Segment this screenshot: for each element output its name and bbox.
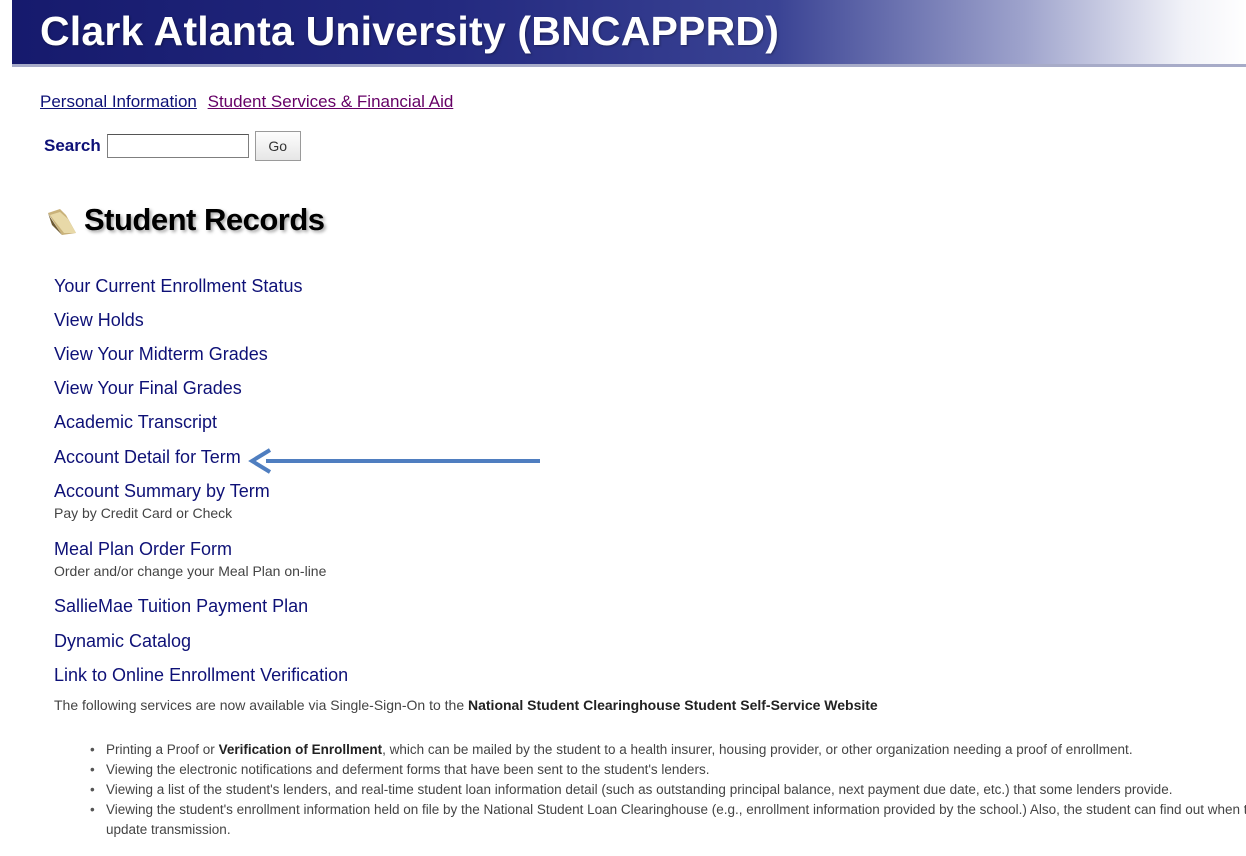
link-final-grades[interactable]: View Your Final Grades	[54, 378, 348, 398]
link-online-enrollment-verification[interactable]: Link to Online Enrollment Verification	[54, 665, 348, 685]
list-item-text: Viewing the electronic notifications and…	[106, 762, 710, 777]
link-account-summary-by-term[interactable]: Account Summary by Term	[54, 481, 348, 501]
menu-item: Dynamic Catalog	[54, 631, 348, 665]
link-dynamic-catalog[interactable]: Dynamic Catalog	[54, 631, 348, 651]
list-item-text: Viewing the student's enrollment informa…	[106, 802, 1246, 817]
menu-item: Link to Online Enrollment Verification	[54, 665, 348, 689]
folder-icon	[48, 209, 76, 235]
section-title: Student Records	[84, 202, 325, 237]
link-academic-transcript[interactable]: Academic Transcript	[54, 412, 348, 432]
header-banner: Clark Atlanta University (BNCAPPRD)	[12, 0, 1246, 67]
student-records-menu: Your Current Enrollment Status View Hold…	[54, 276, 348, 689]
nav-link-student-services[interactable]: Student Services & Financial Aid	[208, 92, 454, 111]
menu-item: SallieMae Tuition Payment Plan	[54, 596, 348, 631]
nav-link-personal-information[interactable]: Personal Information	[40, 92, 197, 111]
menu-item: Academic Transcript	[54, 412, 348, 447]
services-note-bold: National Student Clearinghouse Student S…	[468, 697, 878, 713]
link-view-holds[interactable]: View Holds	[54, 310, 348, 330]
top-nav: Personal Information Student Services & …	[40, 92, 459, 112]
app-title: Clark Atlanta University (BNCAPPRD)	[40, 8, 780, 54]
services-note-text: The following services are now available…	[54, 697, 468, 713]
list-item: Viewing a list of the student's lenders,…	[90, 780, 1246, 800]
menu-item: Meal Plan Order Form Order and/or change…	[54, 539, 348, 596]
link-midterm-grades[interactable]: View Your Midterm Grades	[54, 344, 348, 364]
services-list: Printing a Proof or Verification of Enro…	[90, 740, 1246, 840]
list-item-bold: Verification of Enrollment	[218, 742, 383, 757]
search-label: Search	[44, 136, 101, 155]
go-button[interactable]: Go	[254, 131, 301, 161]
menu-item: Your Current Enrollment Status	[54, 276, 348, 310]
list-item-text: , which can be mailed by the student to …	[382, 742, 1133, 757]
search-bar: Search Go	[44, 131, 301, 161]
menu-item: View Holds	[54, 310, 348, 344]
menu-item-description: Order and/or change your Meal Plan on-li…	[54, 563, 327, 579]
list-item: Viewing the student's enrollment informa…	[90, 800, 1246, 820]
link-meal-plan-order-form[interactable]: Meal Plan Order Form	[54, 539, 348, 559]
search-input[interactable]	[106, 134, 249, 158]
link-current-enrollment-status[interactable]: Your Current Enrollment Status	[54, 276, 348, 296]
list-item-text: Viewing a list of the student's lenders,…	[106, 782, 1173, 797]
list-item: Viewing the electronic notifications and…	[90, 760, 1246, 780]
menu-item-description: Pay by Credit Card or Check	[54, 505, 233, 521]
services-note: The following services are now available…	[54, 697, 878, 713]
list-item: Printing a Proof or Verification of Enro…	[90, 740, 1246, 760]
annotation-arrow-icon	[248, 448, 540, 474]
menu-item: View Your Final Grades	[54, 378, 348, 412]
list-item-continuation: update transmission.	[106, 822, 231, 837]
list-item-text: Printing a Proof or	[106, 742, 219, 757]
menu-item: Account Summary by Term Pay by Credit Ca…	[54, 481, 348, 539]
menu-item: View Your Midterm Grades	[54, 344, 348, 378]
section-header: Student Records	[46, 202, 325, 238]
link-salliemae-tuition-payment-plan[interactable]: SallieMae Tuition Payment Plan	[54, 596, 348, 616]
